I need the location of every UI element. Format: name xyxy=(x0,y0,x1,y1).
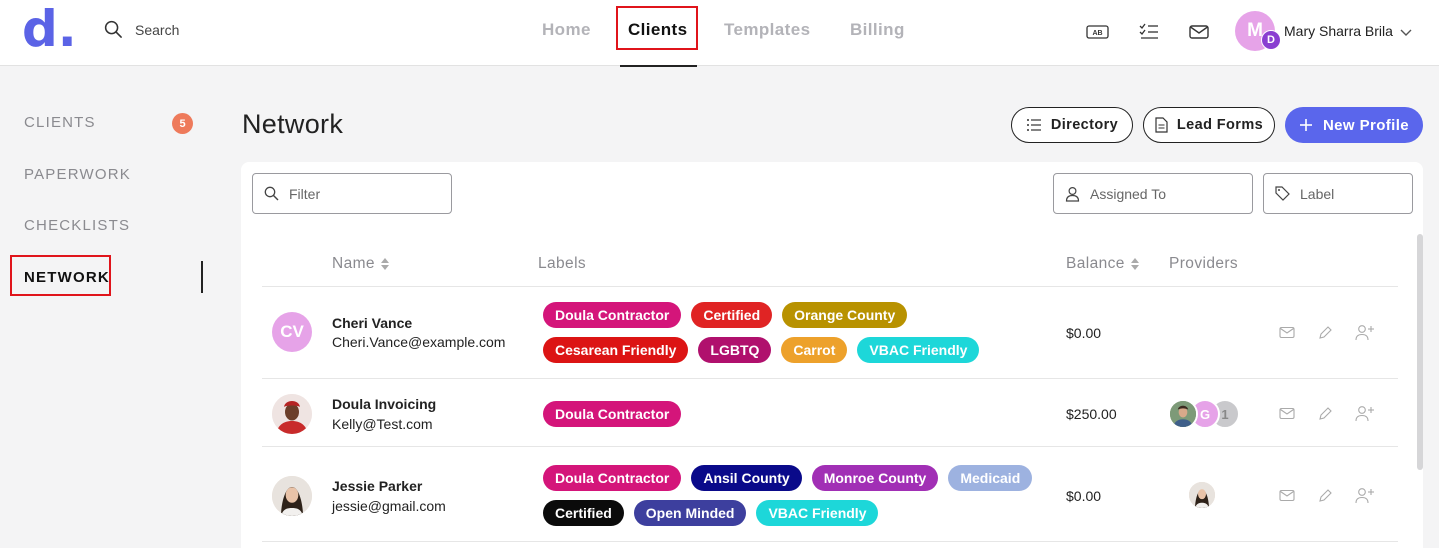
search-button[interactable]: Search xyxy=(104,20,179,39)
avatar xyxy=(272,476,312,516)
row-divider xyxy=(262,286,1398,287)
nav-home[interactable]: Home xyxy=(542,20,591,40)
label-chip[interactable]: Medicaid xyxy=(948,465,1033,491)
directory-label: Directory xyxy=(1050,117,1119,133)
mail-icon[interactable] xyxy=(1279,326,1295,339)
new-profile-button[interactable]: New Profile xyxy=(1285,107,1423,143)
sidebar-item-paperwork[interactable]: PAPERWORK xyxy=(24,166,131,183)
document-icon xyxy=(1155,117,1168,133)
person-email: Cheri.Vance@example.com xyxy=(332,334,506,350)
label-select[interactable]: Label xyxy=(1263,173,1413,214)
label-chip[interactable]: VBAC Friendly xyxy=(756,500,879,526)
label-chip[interactable]: Doula Contractor xyxy=(543,302,682,328)
nav-billing[interactable]: Billing xyxy=(850,20,905,40)
label-chip[interactable]: Certified xyxy=(543,500,624,526)
new-profile-label: New Profile xyxy=(1322,116,1410,134)
row-divider xyxy=(262,378,1398,379)
person-name[interactable]: Cheri Vance xyxy=(332,315,412,331)
labels-list: Doula Contractor xyxy=(543,401,1053,427)
add-user-icon[interactable] xyxy=(1355,405,1375,422)
balance-value: $0.00 xyxy=(1066,325,1102,341)
label-chip[interactable]: Orange County xyxy=(782,302,908,328)
sidebar-active-divider xyxy=(201,261,203,293)
col-header-labels: Labels xyxy=(538,255,587,272)
labels-list: Doula Contractor Certified Orange County… xyxy=(543,302,1053,363)
labels-list: Doula Contractor Ansil County Monroe Cou… xyxy=(543,465,1053,526)
label-chip[interactable]: Certified xyxy=(691,302,773,328)
filter-placeholder: Filter xyxy=(289,185,321,202)
col-header-providers: Providers xyxy=(1169,255,1239,272)
nav-active-underline xyxy=(620,65,697,67)
label-chip[interactable]: Cesarean Friendly xyxy=(543,337,689,363)
edit-icon[interactable] xyxy=(1317,488,1333,504)
lead-forms-label: Lead Forms xyxy=(1176,117,1264,133)
table-scrollbar[interactable] xyxy=(1417,234,1423,470)
checklist-icon[interactable] xyxy=(1137,20,1161,44)
provider-avatar[interactable] xyxy=(1168,399,1198,429)
nav-clients-highlight xyxy=(616,6,698,50)
add-user-icon[interactable] xyxy=(1355,324,1375,341)
assigned-to-placeholder: Assigned To xyxy=(1090,185,1167,202)
avatar: CV xyxy=(272,312,312,352)
top-bar: d. Search Home Clients Templates Billing… xyxy=(0,0,1439,67)
label-chip[interactable]: VBAC Friendly xyxy=(857,337,980,363)
row-divider xyxy=(262,446,1398,447)
plus-icon xyxy=(1299,119,1312,131)
app-logo[interactable]: d. xyxy=(22,4,77,54)
label-chip[interactable]: Doula Contractor xyxy=(543,401,682,427)
tag-icon xyxy=(1275,186,1290,201)
sort-icon xyxy=(1130,257,1140,271)
user-sub-avatar: D xyxy=(1261,30,1281,50)
edit-icon[interactable] xyxy=(1317,406,1333,422)
label-chip[interactable]: Open Minded xyxy=(633,500,747,526)
ab-badge-icon[interactable]: AB xyxy=(1086,20,1110,44)
col-header-name[interactable]: Name xyxy=(332,255,390,273)
mail-icon[interactable] xyxy=(1279,407,1295,420)
lead-forms-button[interactable]: Lead Forms xyxy=(1143,107,1275,143)
sidebar-item-clients[interactable]: CLIENTS xyxy=(24,114,96,131)
person-name[interactable]: Doula Invoicing xyxy=(332,396,436,412)
search-icon xyxy=(264,186,279,201)
chevron-down-icon[interactable] xyxy=(1399,24,1413,42)
user-name[interactable]: Mary Sharra Brila xyxy=(1284,23,1393,39)
mail-icon[interactable] xyxy=(1279,489,1295,502)
assigned-to-select[interactable]: Assigned To xyxy=(1053,173,1253,214)
search-icon xyxy=(104,20,122,38)
provider-avatar[interactable] xyxy=(1187,480,1217,510)
person-email: jessie@gmail.com xyxy=(332,498,446,514)
label-placeholder: Label xyxy=(1300,185,1335,202)
directory-button[interactable]: Directory xyxy=(1011,107,1133,143)
label-chip[interactable]: Ansil County xyxy=(691,465,802,491)
sort-icon xyxy=(380,257,390,271)
page-title: Network xyxy=(242,109,344,139)
row-actions xyxy=(1279,405,1375,422)
balance-value: $0.00 xyxy=(1066,488,1102,504)
row-actions xyxy=(1279,487,1375,504)
sidebar-item-checklists[interactable]: CHECKLISTS xyxy=(24,217,130,234)
edit-icon[interactable] xyxy=(1317,325,1333,341)
ab-badge-text: AB xyxy=(1092,30,1102,37)
label-chip[interactable]: Monroe County xyxy=(811,465,939,491)
filter-input[interactable]: Filter xyxy=(252,173,452,214)
person-name[interactable]: Jessie Parker xyxy=(332,478,422,494)
label-chip[interactable]: Carrot xyxy=(781,337,848,363)
person-email: Kelly@Test.com xyxy=(332,416,433,432)
mail-icon[interactable] xyxy=(1187,20,1211,44)
label-chip[interactable]: Doula Contractor xyxy=(543,465,682,491)
label-chip[interactable]: LGBTQ xyxy=(698,337,772,363)
sidebar-network-highlight xyxy=(10,255,111,296)
avatar xyxy=(272,394,312,434)
col-header-balance[interactable]: Balance xyxy=(1066,255,1140,273)
balance-value: $250.00 xyxy=(1066,406,1117,422)
add-user-icon[interactable] xyxy=(1355,487,1375,504)
search-label: Search xyxy=(135,21,180,38)
clients-count-badge: 5 xyxy=(172,113,193,134)
nav-templates[interactable]: Templates xyxy=(724,20,810,40)
row-divider xyxy=(262,541,1398,542)
person-icon xyxy=(1065,186,1080,202)
row-actions xyxy=(1279,324,1375,341)
list-icon xyxy=(1026,119,1041,131)
